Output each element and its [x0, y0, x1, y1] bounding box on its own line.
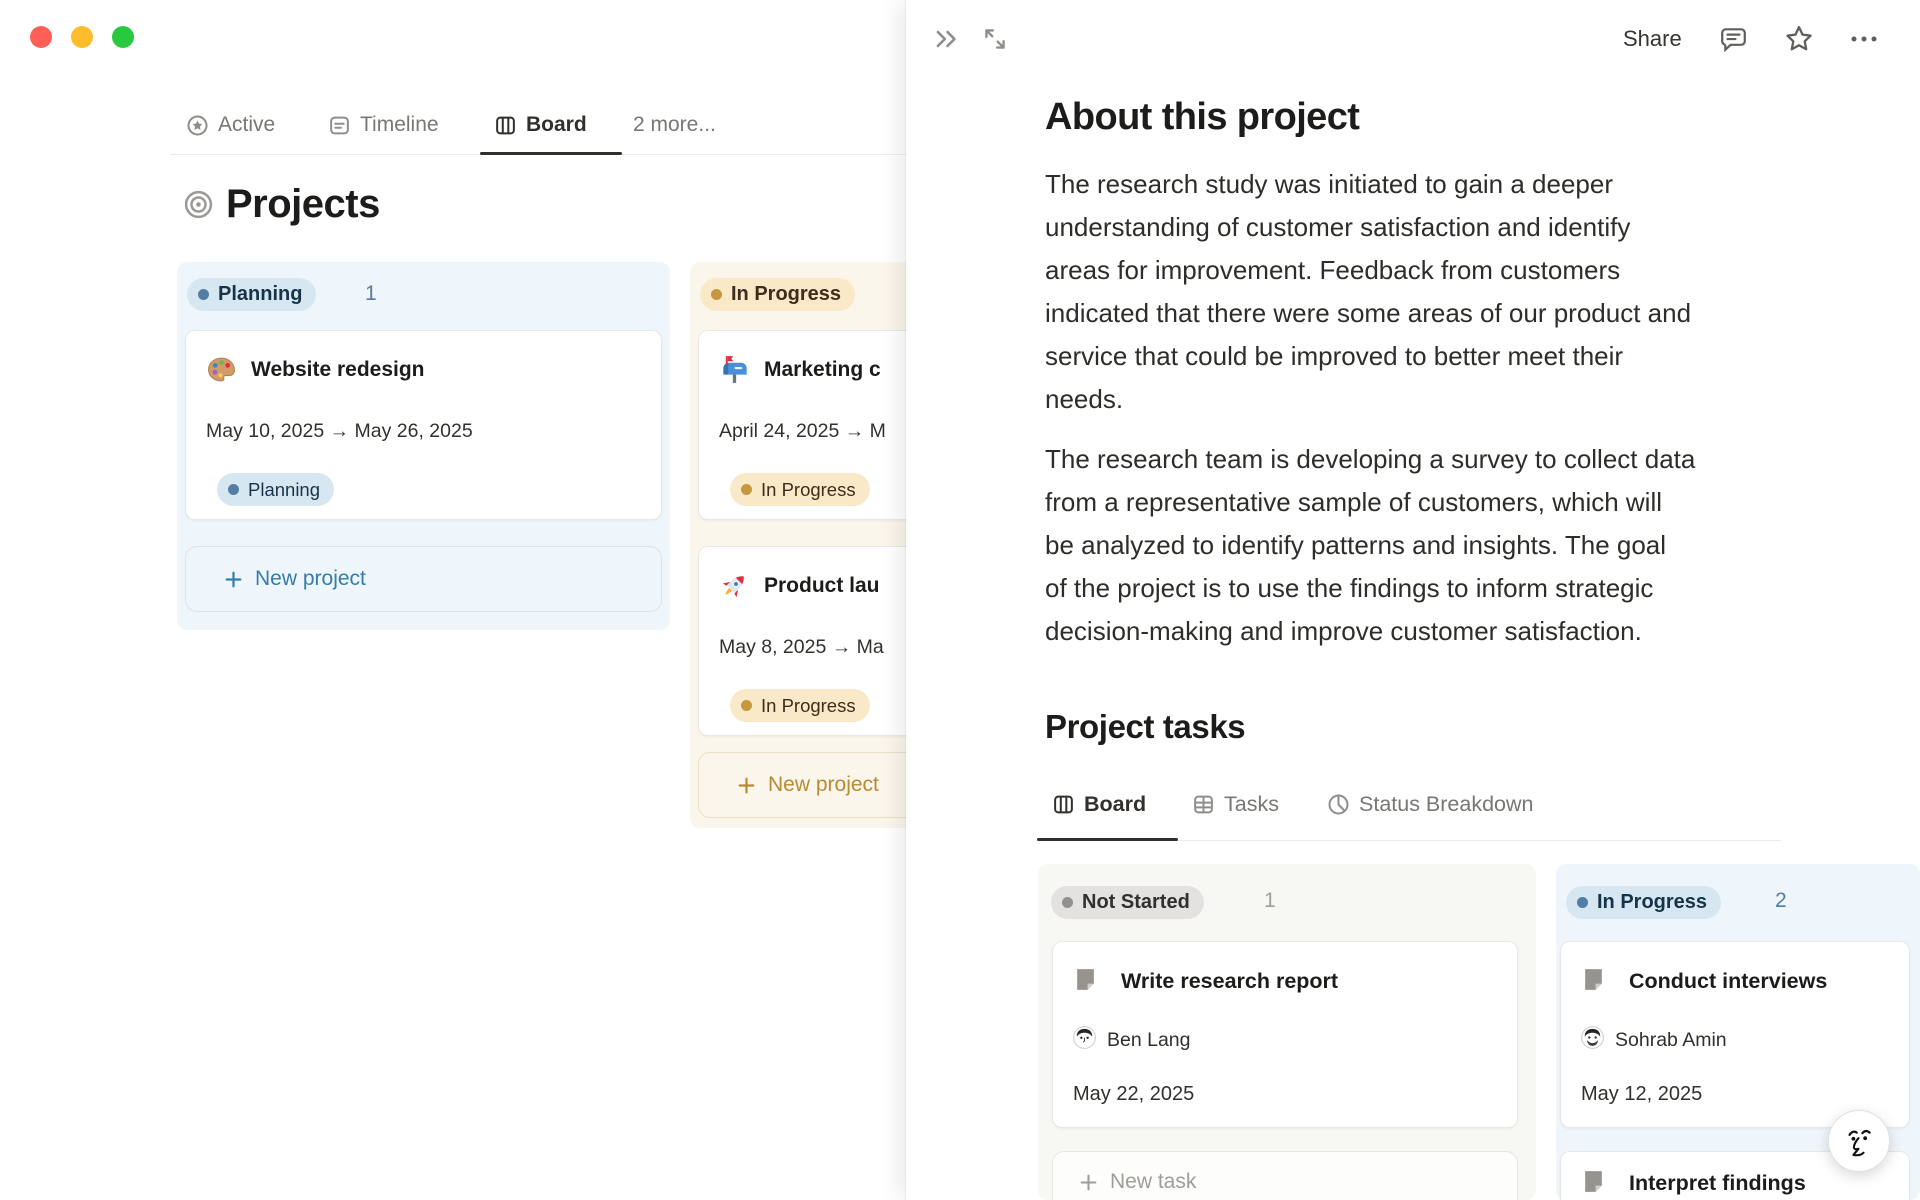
- task-date: May 22, 2025: [1073, 1083, 1195, 1105]
- card-tag: In Progress: [730, 689, 870, 722]
- status-dot: [741, 700, 752, 711]
- view-tab-timeline[interactable]: Timeline: [328, 113, 439, 137]
- tag-label: Planning: [248, 478, 321, 500]
- avatar-ben-lang: [1073, 1026, 1096, 1054]
- zoom-window-button[interactable]: [112, 26, 134, 48]
- card-title: Website redesign: [251, 358, 425, 381]
- target-icon[interactable]: [183, 189, 214, 225]
- view-tab-label: Active: [218, 113, 276, 136]
- status-dot: [741, 484, 752, 495]
- tag-label: In Progress: [761, 478, 856, 500]
- avatar-sohrab-amin: [1581, 1026, 1604, 1054]
- artist-palette-emoji: [206, 354, 237, 390]
- minimize-window-button[interactable]: [71, 26, 93, 48]
- status-label: Not Started: [1082, 891, 1190, 913]
- notion-faces-button[interactable]: [1828, 1110, 1890, 1172]
- column-status-pill[interactable]: In Progress: [1566, 886, 1722, 919]
- view-tab-more[interactable]: 2 more...: [633, 113, 716, 137]
- task-tab-label: Status Breakdown: [1359, 792, 1534, 816]
- doodle-face-icon: [1848, 1129, 1871, 1157]
- column-status-pill[interactable]: Planning: [187, 278, 317, 311]
- doc-heading: About this project: [1045, 96, 1360, 138]
- doc-paragraph: The research study was initiated to gain…: [1045, 169, 1692, 414]
- doc-paragraph: The research team is developing a survey…: [1045, 444, 1696, 646]
- pie-chart-icon: [1327, 793, 1350, 816]
- task-title: Conduct interviews: [1629, 969, 1828, 993]
- project-card-website-redesign[interactable]: Website redesign May 10, 2025 → May 26, …: [185, 330, 662, 520]
- more-options-icon[interactable]: [1848, 31, 1880, 47]
- column-count: 2: [1775, 889, 1787, 912]
- card-dates: April 24, 2025 → M: [719, 420, 886, 442]
- column-status-pill[interactable]: Not Started: [1051, 886, 1204, 919]
- status-label: Planning: [218, 283, 303, 305]
- task-tab-label: Board: [1084, 792, 1147, 816]
- view-tab-label: Timeline: [360, 113, 439, 136]
- plus-icon: [738, 777, 755, 793]
- card-dates: May 10, 2025 → May 26, 2025: [206, 420, 473, 442]
- comments-icon[interactable]: [1718, 24, 1749, 55]
- card-tag: In Progress: [730, 473, 870, 506]
- rocket-emoji: [719, 570, 750, 606]
- task-assignee: Ben Lang: [1107, 1029, 1191, 1051]
- column-count: 1: [365, 282, 377, 305]
- view-tab-label: Board: [526, 113, 587, 136]
- side-peek-panel: Share About this project The research st…: [906, 0, 1920, 1200]
- card-title: Product lau: [764, 574, 880, 597]
- new-task-label: New task: [1110, 1170, 1197, 1193]
- notion-window: Active Timeline Board 2 more... Projects…: [0, 0, 1920, 1200]
- column-count: 1: [1264, 889, 1276, 912]
- status-dot: [1062, 897, 1073, 908]
- tasks-heading: Project tasks: [1045, 708, 1246, 745]
- view-tab-label: 2 more...: [633, 113, 716, 136]
- plus-icon: [1080, 1174, 1097, 1190]
- task-tab-tasks[interactable]: Tasks: [1192, 792, 1279, 817]
- expand-full-page-icon[interactable]: [980, 24, 1010, 54]
- task-title: Interpret findings: [1629, 1171, 1806, 1195]
- new-project-button[interactable]: New project: [185, 546, 662, 612]
- status-dot: [711, 289, 722, 300]
- close-peek-chevrons-icon[interactable]: [932, 24, 962, 54]
- page-icon: [1581, 967, 1606, 997]
- active-tab-underline: [480, 152, 622, 155]
- card-title: Marketing c: [764, 358, 881, 381]
- view-tab-active[interactable]: Active: [186, 113, 275, 137]
- new-project-label: New project: [255, 567, 366, 590]
- close-window-button[interactable]: [30, 26, 52, 48]
- favorite-star-icon[interactable]: [1783, 23, 1815, 55]
- board-icon: [1052, 793, 1075, 816]
- page-title: Projects: [226, 182, 380, 226]
- status-dot: [228, 484, 239, 495]
- task-tab-label: Tasks: [1224, 792, 1279, 816]
- board-icon: [494, 114, 517, 137]
- star-circle-icon: [186, 114, 209, 137]
- card-dates: May 8, 2025 → Ma: [719, 636, 884, 658]
- new-project-label: New project: [768, 773, 879, 796]
- active-task-tab-underline: [1037, 838, 1178, 841]
- task-card-conduct-interviews[interactable]: Conduct interviews Sohrab Amin May 12, 2…: [1560, 941, 1910, 1128]
- task-date: May 12, 2025: [1581, 1083, 1703, 1105]
- column-status-pill[interactable]: In Progress: [700, 278, 856, 311]
- status-dot: [198, 289, 209, 300]
- card-tag: Planning: [217, 473, 335, 506]
- page-icon: [1581, 1169, 1606, 1199]
- task-assignee: Sohrab Amin: [1615, 1029, 1727, 1051]
- table-icon: [1192, 793, 1215, 816]
- task-tab-board[interactable]: Board: [1052, 792, 1146, 817]
- task-card-write-research-report[interactable]: Write research report Ben Lang May 22, 2…: [1052, 941, 1518, 1128]
- timeline-icon: [328, 114, 351, 137]
- tag-label: In Progress: [761, 694, 856, 716]
- task-title: Write research report: [1121, 969, 1339, 993]
- status-dot: [1577, 897, 1588, 908]
- status-label: In Progress: [731, 283, 842, 305]
- new-task-button[interactable]: New task: [1052, 1151, 1518, 1200]
- share-button[interactable]: Share: [1623, 26, 1682, 52]
- plus-icon: [225, 571, 242, 587]
- page-icon: [1073, 967, 1098, 997]
- status-label: In Progress: [1597, 891, 1708, 913]
- task-tab-status-breakdown[interactable]: Status Breakdown: [1327, 792, 1534, 817]
- open-mailbox-emoji: [719, 354, 750, 390]
- view-tab-board[interactable]: Board: [494, 113, 587, 137]
